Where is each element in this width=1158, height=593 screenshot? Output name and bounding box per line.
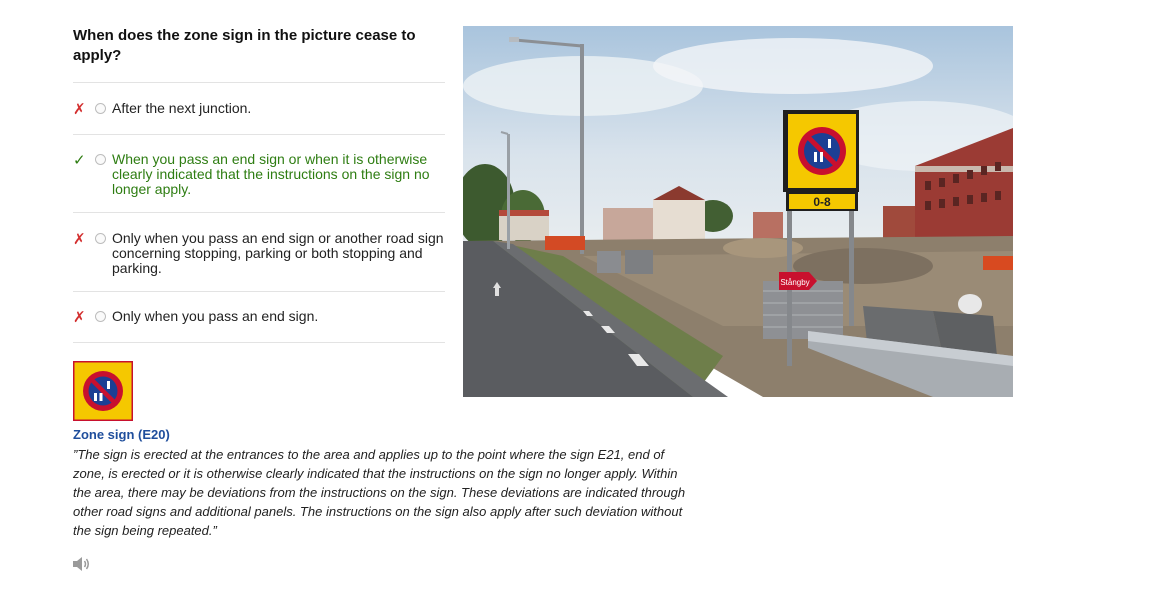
question-text: When does the zone sign in the picture c… <box>73 27 416 64</box>
answer-text-2: When you pass an end sign or when it is … <box>112 151 430 197</box>
answer-radio-1[interactable] <box>95 103 106 114</box>
zone-sign-e20-icon <box>72 360 134 422</box>
answer-option-1[interactable]: ✗ After the next junction. <box>73 83 445 135</box>
arrow-sign-text: Stångby <box>780 278 809 287</box>
answer-text-3: Only when you pass an end sign or anothe… <box>112 230 444 276</box>
wrong-mark-icon: ✗ <box>73 309 86 326</box>
wrong-mark-icon: ✗ <box>73 231 86 248</box>
answer-radio-4[interactable] <box>95 311 106 322</box>
sign-description: ”The sign is erected at the entrances to… <box>73 447 686 538</box>
wrong-mark-icon: ✗ <box>73 101 86 118</box>
answer-text-4: Only when you pass an end sign. <box>112 308 319 324</box>
answer-option-2[interactable]: ✓ When you pass an end sign or when it i… <box>73 135 445 213</box>
answer-radio-2[interactable] <box>95 154 106 165</box>
answer-radio-3[interactable] <box>95 233 106 244</box>
sign-plate-text: 0-8 <box>813 195 831 209</box>
question-photo: 0-8 Stångby <box>463 26 1013 397</box>
answer-list: ✗ After the next junction. ✓ When you pa… <box>73 82 445 343</box>
answer-text-1: After the next junction. <box>112 100 252 116</box>
speaker-icon[interactable] <box>72 556 92 572</box>
answer-option-4[interactable]: ✗ Only when you pass an end sign. <box>73 292 445 343</box>
check-mark-icon: ✓ <box>73 152 86 169</box>
sign-title: Zone sign (E20) <box>73 427 170 442</box>
answer-option-3[interactable]: ✗ Only when you pass an end sign or anot… <box>73 213 445 292</box>
